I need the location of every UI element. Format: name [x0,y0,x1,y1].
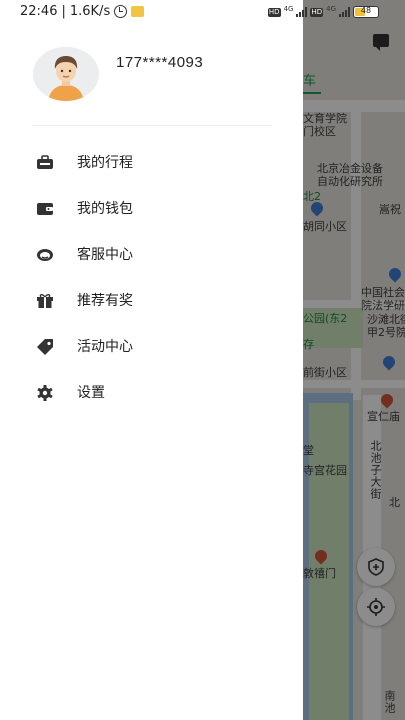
menu-label: 活动中心 [77,339,133,355]
menu-item-activity-center[interactable]: 活动中心 [0,324,303,370]
trip-icon [37,155,53,169]
status-time: 22:46 [20,4,58,19]
gift-icon [37,294,53,308]
signal-icon-2 [339,7,350,17]
wallet-icon [37,203,53,215]
tag-icon [37,339,53,355]
user-avatar-icon [33,47,99,101]
notification-icon [131,6,145,17]
status-separator: | [61,4,66,19]
signal-icon [296,7,308,17]
avatar[interactable] [33,47,99,101]
customer-service-icon [37,249,53,261]
menu-label: 设置 [77,385,105,401]
status-left: 22:46 | 1.6K/s [20,4,145,19]
status-right: HD 4G HD 4G 48 [267,5,379,18]
drawer-scrim[interactable] [303,0,405,720]
network-type-2: 4G [326,5,336,13]
divider [33,125,272,126]
battery-icon: 48 [353,6,379,18]
hd-badge-2: HD [310,7,324,17]
status-bar: 22:46 | 1.6K/s HD 4G HD 4G 48 [0,0,405,26]
drawer-menu: 我的行程 我的钱包 客服中心 推荐有奖 活动中心 设置 [0,140,303,416]
battery-level: 48 [360,6,372,15]
menu-item-referral-rewards[interactable]: 推荐有奖 [0,278,303,324]
menu-label: 我的行程 [77,155,133,171]
menu-label: 推荐有奖 [77,293,133,309]
alarm-icon [114,5,128,18]
menu-item-settings[interactable]: 设置 [0,370,303,416]
gear-icon [37,385,53,401]
menu-item-customer-service[interactable]: 客服中心 [0,232,303,278]
menu-item-my-wallet[interactable]: 我的钱包 [0,186,303,232]
menu-label: 我的钱包 [77,201,133,217]
status-speed: 1.6K/s [69,4,111,19]
network-type-1: 4G [283,5,294,13]
menu-item-my-trips[interactable]: 我的行程 [0,140,303,186]
navigation-drawer: 177****4093 我的行程 我的钱包 客服中心 推荐有奖 活动中心 设置 [0,0,303,720]
menu-label: 客服中心 [77,247,133,263]
hd-badge: HD [267,7,281,17]
user-phone[interactable]: 177****4093 [116,54,203,71]
